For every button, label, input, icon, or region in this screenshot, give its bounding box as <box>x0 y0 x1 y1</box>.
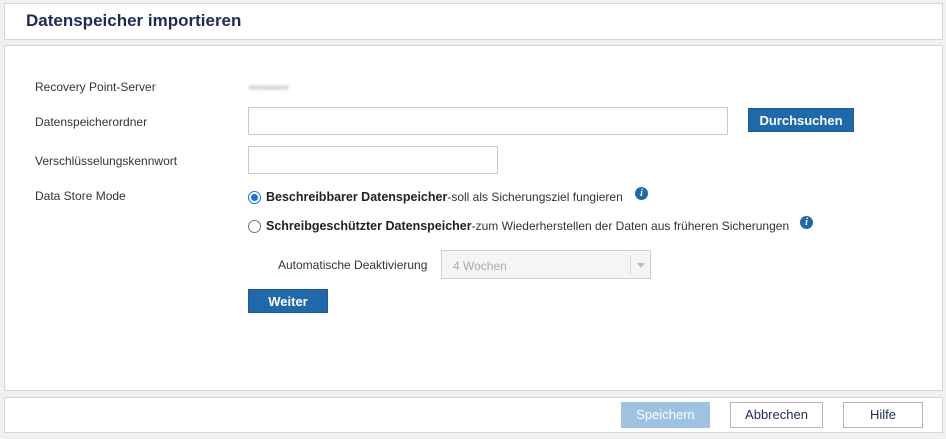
mode-option-readonly[interactable]: Schreibgeschützter Datenspeicher -zum Wi… <box>248 219 789 233</box>
readonly-desc: -zum Wiederherstellen der Daten aus früh… <box>471 219 790 233</box>
writable-title: Beschreibbarer Datenspeicher <box>266 190 448 204</box>
auto-deactivate-value: 4 Wochen <box>453 259 507 273</box>
help-button[interactable]: Hilfe <box>843 402 923 428</box>
select-divider <box>630 255 631 274</box>
writable-radio[interactable] <box>248 190 261 204</box>
page-title: Datenspeicher importieren <box>26 11 242 30</box>
folder-label: Datenspeicherordner <box>35 115 148 129</box>
main-panel: Recovery Point-Server ▪▪▪▪▪▪▪▪▪ Datenspe… <box>4 45 943 391</box>
server-value: ▪▪▪▪▪▪▪▪▪ <box>249 82 289 94</box>
mode-label: Data Store Mode <box>35 189 126 203</box>
auto-deactivate-select[interactable]: 4 Wochen <box>441 250 651 279</box>
next-button[interactable]: Weiter <box>248 289 328 313</box>
writable-desc: -soll als Sicherungsziel fungieren <box>447 190 623 204</box>
readonly-title: Schreibgeschützter Datenspeicher <box>266 219 472 233</box>
folder-input[interactable] <box>248 107 728 135</box>
auto-deactivate-label: Automatische Deaktivierung <box>278 258 428 272</box>
info-icon[interactable]: i <box>635 187 648 200</box>
header-panel: Datenspeicher importieren <box>4 3 943 40</box>
browse-button[interactable]: Durchsuchen <box>748 108 854 132</box>
info-icon[interactable]: i <box>800 216 813 229</box>
footer-panel: Speichern Abbrechen Hilfe <box>4 397 943 433</box>
password-input[interactable] <box>248 146 498 174</box>
chevron-down-icon[interactable] <box>637 263 645 268</box>
save-button[interactable]: Speichern <box>621 402 710 428</box>
password-label: Verschlüsselungskennwort <box>35 154 178 168</box>
cancel-button[interactable]: Abbrechen <box>730 402 823 428</box>
mode-option-writable[interactable]: Beschreibbarer Datenspeicher -soll als S… <box>248 190 623 204</box>
server-label: Recovery Point-Server <box>35 80 156 94</box>
readonly-radio[interactable] <box>248 219 261 233</box>
